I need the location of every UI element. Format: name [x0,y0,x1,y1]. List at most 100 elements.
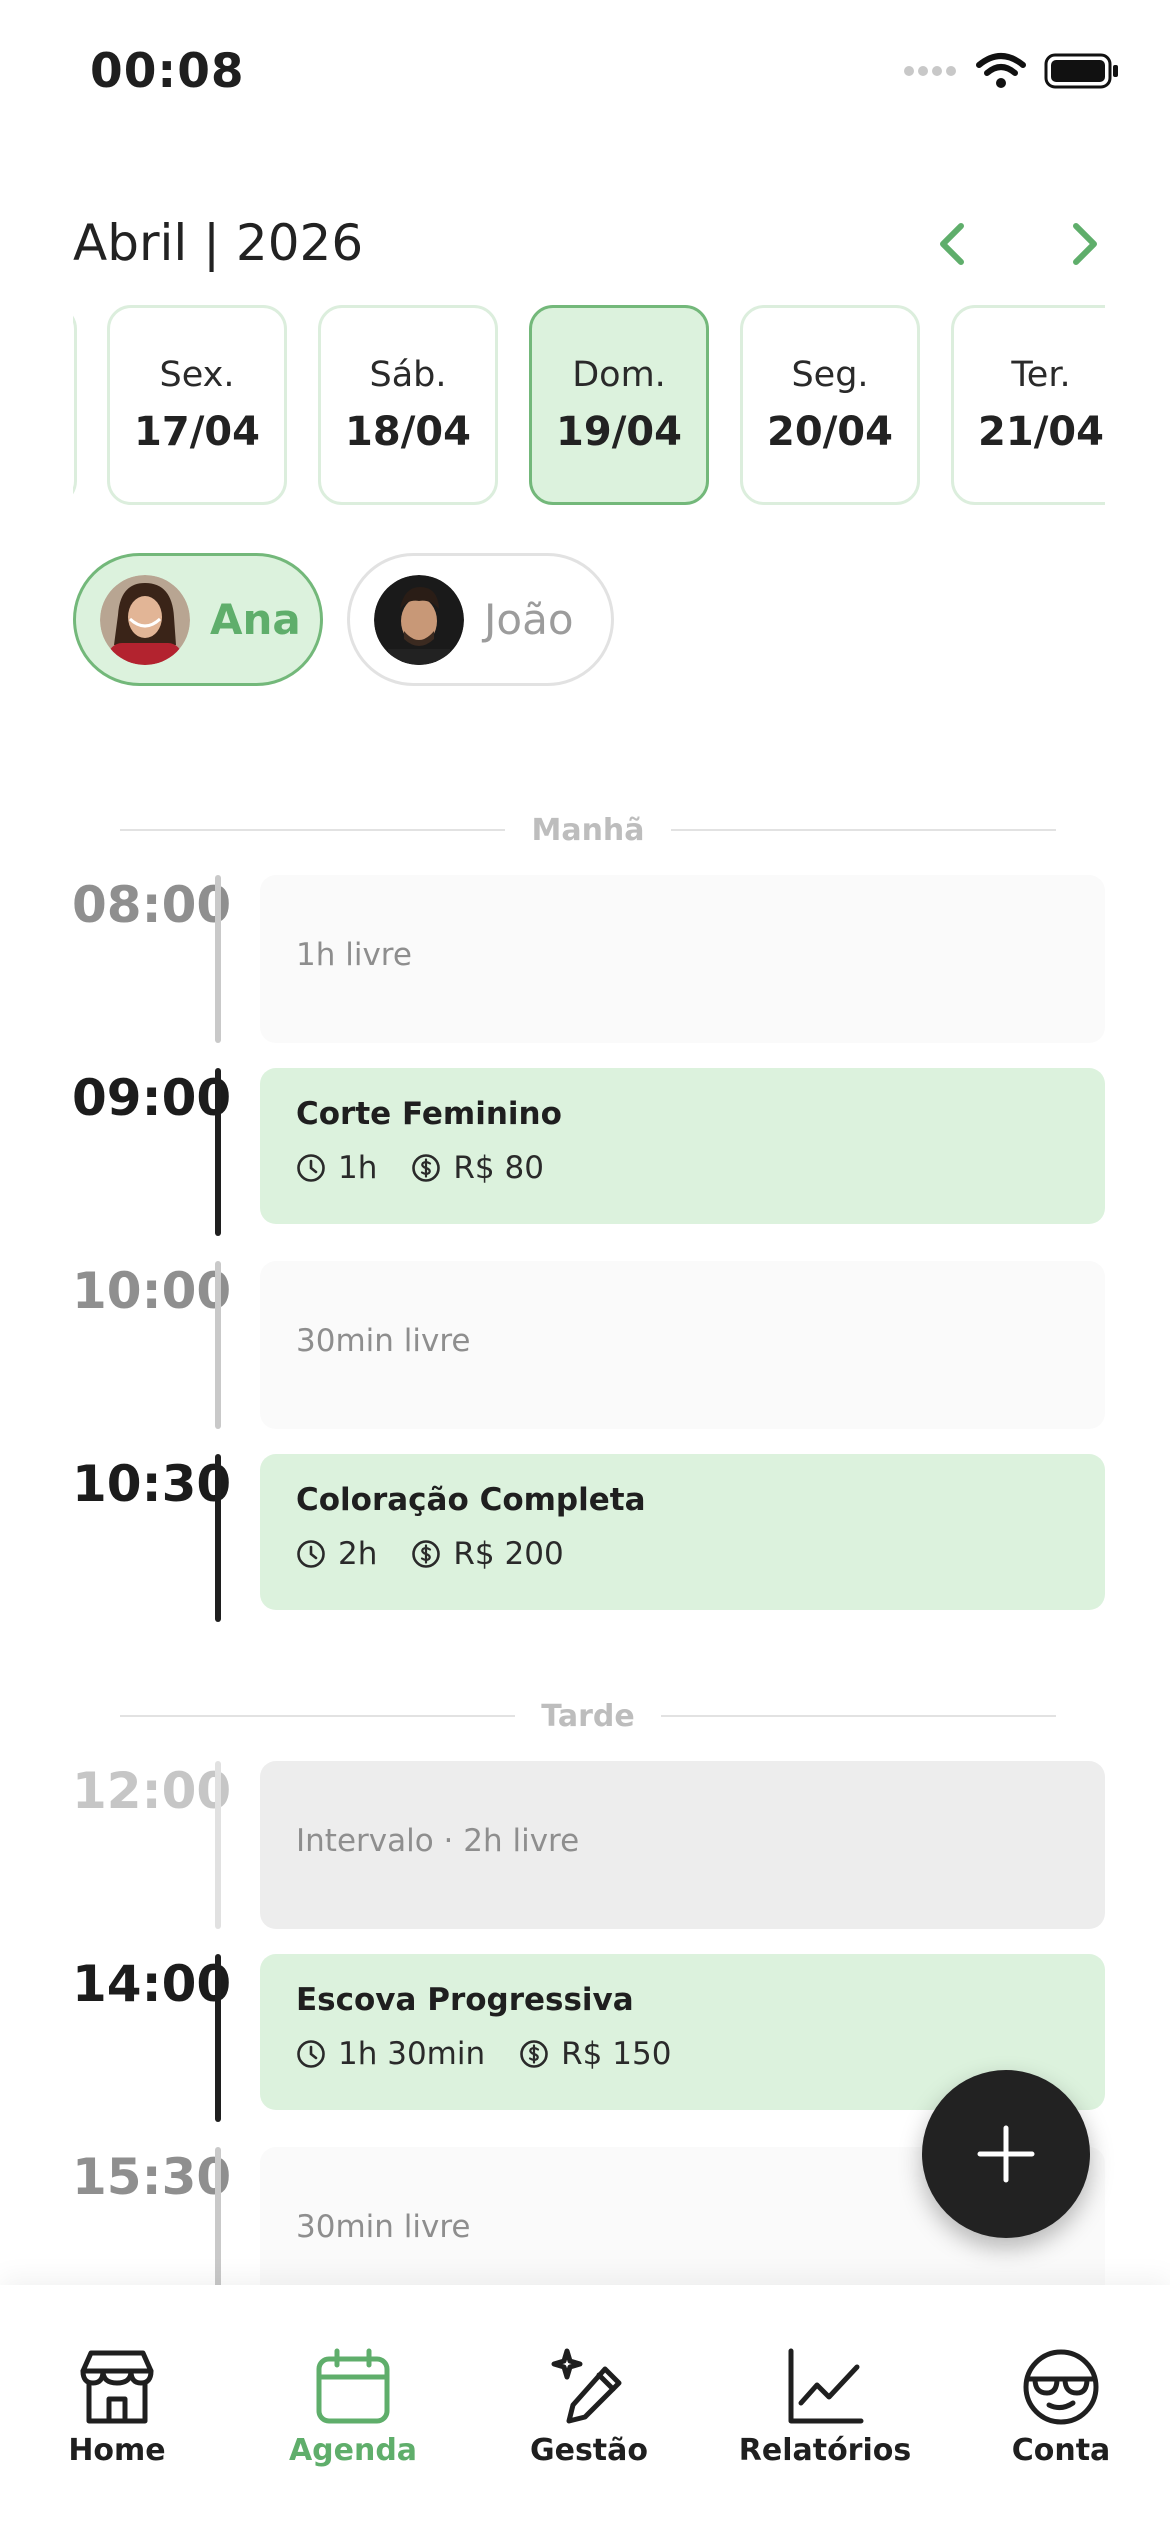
nav-label: Gestão [529,2433,649,2468]
slot-time: 14:00 [72,1955,232,2013]
nav-label: Conta [1011,2433,1111,2468]
next-week-button[interactable] [1056,216,1112,272]
clock-icon [297,1540,325,1568]
free-slot-label: 30min livre [296,1323,471,1359]
duration: 2h [296,1536,377,1572]
day-date: 21/04 [978,409,1104,455]
duration: 1h [296,1150,377,1186]
price: R$ 150 [519,2036,671,2072]
nav-label: Agenda [288,2433,418,2468]
duration-text: 1h [338,1150,378,1186]
month-header: Abril | 2026 [73,210,1098,280]
status-time: 00:08 [90,44,245,99]
battery-icon [1044,53,1118,89]
avatar [374,574,464,665]
day-strip[interactable]: Sex. 17/04 Sáb. 18/04 Dom. 19/04 Seg. 20… [73,305,1105,505]
chevron-left-icon [940,223,964,265]
free-slot-card[interactable]: 30min livre [260,1261,1105,1429]
slot-bar [215,1068,221,1236]
day-date: 19/04 [556,409,682,455]
day-name: Sáb. [369,355,447,395]
professional-name: Ana [210,595,301,644]
day-card[interactable]: Sáb. 18/04 [318,305,498,505]
price: R$ 80 [411,1150,544,1186]
price-text: R$ 150 [561,2036,672,2072]
professional-chip-joao[interactable]: João [347,553,614,686]
duration: 1h 30min [296,2036,485,2072]
sunglasses-face-icon [1023,2349,1099,2425]
avatar [100,574,190,665]
break-slot-card[interactable]: Intervalo · 2h livre [260,1761,1105,1929]
day-card[interactable]: Sex. 17/04 [107,305,287,505]
price-text: R$ 200 [453,1536,564,1572]
free-slot-card[interactable]: 1h livre [260,875,1105,1043]
professional-chip-ana[interactable]: Ana [73,553,323,686]
price-text: R$ 80 [453,1150,544,1186]
slot-time: 08:00 [72,876,232,934]
month-title: Abril | 2026 [73,214,364,272]
break-slot-label: Intervalo · 2h livre [296,1823,580,1859]
dollar-icon [520,2040,548,2068]
section-divider-afternoon: Tarde [120,1696,1056,1736]
status-bar: 00:08 [0,0,1170,150]
signal-icon [904,66,956,76]
free-slot-label: 30min livre [296,2209,471,2245]
bottom-nav: Home Agenda Gestão Relatórios Conta [0,2285,1170,2532]
previous-week-button[interactable] [925,216,981,272]
nav-item-relatorios[interactable]: Relatórios [715,2347,935,2468]
duration-text: 2h [338,1536,378,1572]
slot-time: 09:00 [72,1069,232,1127]
day-date: 20/04 [767,409,893,455]
service-name: Corte Feminino [296,1096,562,1132]
section-label: Tarde [541,1698,635,1734]
slot-time: 12:00 [72,1762,232,1820]
slot-time: 10:30 [72,1455,232,1513]
clock-icon [297,2040,325,2068]
day-card-selected[interactable]: Dom. 19/04 [529,305,709,505]
slot-bar [215,1954,221,2122]
free-slot-label: 1h livre [296,937,412,973]
pencil-sparkle-icon [551,2348,622,2424]
dollar-icon [412,1154,441,1182]
nav-item-home[interactable]: Home [7,2347,227,2468]
section-label: Manhã [531,812,645,848]
slot-bar [215,1261,221,1429]
day-date: 18/04 [345,409,471,455]
day-card[interactable]: Ter. 21/04 [951,305,1105,505]
day-card-partial[interactable] [73,305,77,505]
clock-icon [297,1154,325,1182]
day-name: Sex. [159,355,235,395]
nav-item-gestao[interactable]: Gestão [479,2347,699,2468]
service-name: Coloração Completa [296,1482,646,1518]
chevron-right-icon [1073,223,1097,265]
wifi-icon [976,53,1026,88]
price: R$ 200 [411,1536,564,1572]
plus-icon [977,2125,1035,2183]
slot-time: 15:30 [72,2148,232,2206]
service-name: Escova Progressiva [296,1982,634,2018]
appointment-meta: 1h 30min R$ 150 [296,2036,705,2072]
nav-item-conta[interactable]: Conta [951,2347,1170,2468]
duration-text: 1h 30min [338,2036,486,2072]
appointment-card[interactable]: Coloração Completa 2h R$ 200 [260,1454,1105,1610]
appointment-meta: 1h R$ 80 [296,1150,578,1186]
day-name: Ter. [1011,355,1071,395]
day-name: Dom. [572,355,666,395]
appointment-card[interactable]: Corte Feminino 1h R$ 80 [260,1068,1105,1224]
nav-label: Relatórios [738,2433,912,2468]
day-date: 17/04 [134,409,260,455]
slot-bar [215,875,221,1043]
store-icon [80,2350,154,2424]
nav-label: Home [68,2433,166,2468]
status-icons [904,52,1120,90]
nav-item-agenda[interactable]: Agenda [243,2347,463,2468]
add-appointment-button[interactable] [922,2070,1090,2238]
slot-time: 10:00 [72,1262,232,1320]
chart-icon [788,2348,864,2424]
section-divider-morning: Manhã [120,810,1056,850]
day-card[interactable]: Seg. 20/04 [740,305,920,505]
dollar-icon [412,1540,441,1568]
slot-bar [215,1761,221,1929]
slot-bar [215,1454,221,1622]
calendar-icon [316,2348,390,2424]
